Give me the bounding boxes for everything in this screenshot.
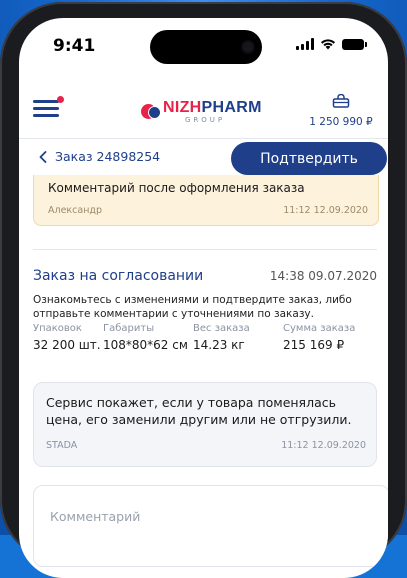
- stat-label: Габариты: [103, 323, 155, 334]
- cart-total: 1 250 990 ₽: [309, 116, 373, 128]
- stat-label: Вес заказа: [193, 323, 250, 334]
- stat-value: 14.23 кг: [193, 338, 245, 352]
- logo-mark-icon: [141, 103, 161, 121]
- status-bar: 9:41: [19, 18, 388, 74]
- signal-icon: [296, 38, 314, 50]
- confirm-button[interactable]: Подтвердить: [231, 142, 387, 175]
- back-button[interactable]: Заказ 24898254: [39, 149, 160, 164]
- order-toolbar: Заказ 24898254 Подтвердить: [19, 139, 388, 179]
- stat-packages: Упаковок 32 200 шт.: [33, 323, 103, 352]
- order-stats: Упаковок 32 200 шт. Габариты 108*80*62 с…: [33, 323, 383, 352]
- order-status-time: 14:38 09.07.2020: [269, 269, 377, 283]
- comment-input[interactable]: [48, 508, 352, 525]
- comment-time: 11:12 12.09.2020: [283, 205, 368, 216]
- order-status-description: Ознакомьтесь с изменениями и подтвердите…: [33, 294, 352, 320]
- stat-value: 32 200 шт.: [33, 338, 101, 352]
- stat-dimensions: Габариты 108*80*62 см: [103, 323, 193, 352]
- order-title: Заказ 24898254: [55, 149, 161, 164]
- stat-label: Упаковок: [33, 323, 82, 334]
- message-text: Сервис покажет, если у товара поменялась…: [46, 395, 352, 427]
- brand-name-accent: NIZH: [163, 99, 202, 116]
- wifi-icon: [321, 39, 335, 50]
- battery-icon: [342, 38, 367, 50]
- app-screen: 9:41 NIZHPHARM GROUP 1 250 990 ₽ Заказ 2…: [19, 18, 388, 578]
- stat-value: 108*80*62 см: [103, 338, 188, 352]
- app-header: NIZHPHARM GROUP 1 250 990 ₽: [19, 80, 388, 138]
- comment-author: Александр: [48, 205, 103, 216]
- camera-icon: [243, 42, 253, 52]
- chevron-left-icon: [39, 150, 47, 163]
- stat-weight: Вес заказа 14.23 кг: [193, 323, 283, 352]
- message-time: 11:12 12.09.2020: [281, 440, 366, 451]
- phone-frame: 9:41 NIZHPHARM GROUP 1 250 990 ₽ Заказ 2…: [0, 2, 407, 578]
- status-time: 9:41: [53, 36, 96, 56]
- dynamic-island: [150, 30, 262, 64]
- previous-comment-card: Комментарий после оформления заказа Алек…: [33, 175, 379, 226]
- comment-field[interactable]: [33, 485, 388, 567]
- message-author: STADA: [46, 440, 78, 451]
- stat-label: Сумма заказа: [283, 323, 356, 334]
- stat-total: Сумма заказа 215 169 ₽: [283, 323, 373, 352]
- brand-logo: NIZHPHARM GROUP: [141, 100, 262, 124]
- section-divider: [33, 249, 377, 250]
- menu-icon[interactable]: [33, 96, 64, 118]
- stat-value: 215 169 ₽: [283, 338, 345, 352]
- service-message-card: Сервис покажет, если у товара поменялась…: [33, 382, 377, 467]
- cart-button[interactable]: 1 250 990 ₽: [306, 93, 376, 128]
- comment-text: Комментарий после оформления заказа: [48, 181, 305, 195]
- order-status-title: Заказ на согласовании: [33, 268, 204, 284]
- status-icons: [296, 38, 367, 50]
- brand-sub: GROUP: [185, 116, 226, 124]
- notification-dot: [57, 96, 64, 103]
- cart-icon: [332, 93, 350, 108]
- brand-name-main: PHARM: [201, 99, 262, 116]
